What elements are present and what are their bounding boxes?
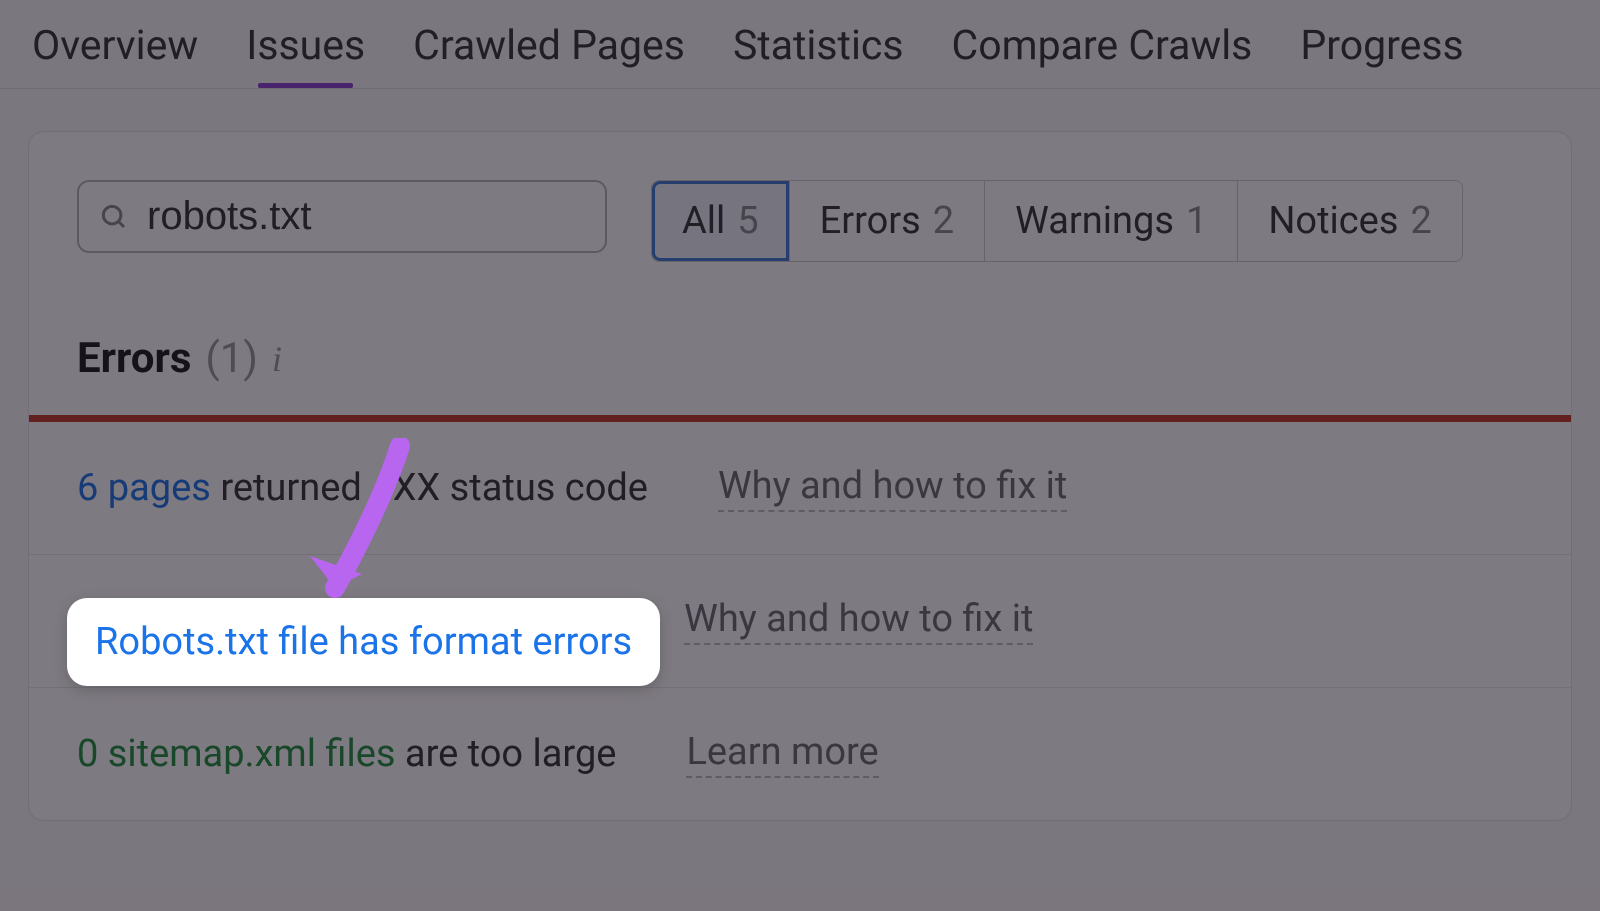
tab-issues[interactable]: Issues (246, 22, 365, 70)
errors-section-header: Errors (1) i (29, 334, 1571, 415)
tab-statistics[interactable]: Statistics (733, 22, 904, 70)
tab-overview[interactable]: Overview (32, 22, 198, 70)
filter-count: 2 (933, 199, 954, 243)
section-label: Errors (77, 334, 191, 383)
filter-label: Errors (820, 199, 921, 243)
panel-toolbar: All 5 Errors 2 Warnings 1 Notices 2 (29, 132, 1571, 334)
issue-title: 0 sitemap.xml files are too large (77, 732, 616, 776)
filter-count: 2 (1410, 199, 1431, 243)
error-divider (29, 415, 1571, 422)
search-icon (99, 202, 129, 232)
issue-help-link[interactable]: Why and how to fix it (684, 597, 1033, 645)
search-input-wrap[interactable] (77, 180, 607, 253)
tab-compare-crawls[interactable]: Compare Crawls (952, 22, 1253, 70)
highlight-callout[interactable]: Robots.txt file has format errors (67, 598, 660, 686)
search-input[interactable] (147, 194, 662, 239)
filter-count: 5 (737, 199, 758, 243)
filter-notices[interactable]: Notices 2 (1238, 181, 1461, 261)
issue-text: returned 4XX status code (211, 466, 648, 510)
filter-errors[interactable]: Errors 2 (790, 181, 986, 261)
tab-progress[interactable]: Progress (1300, 22, 1463, 70)
filter-group: All 5 Errors 2 Warnings 1 Notices 2 (651, 180, 1463, 262)
tab-bar: Overview Issues Crawled Pages Statistics… (0, 0, 1600, 89)
filter-label: Notices (1268, 199, 1398, 243)
section-count: (1) (205, 334, 258, 383)
filter-count: 1 (1186, 199, 1207, 243)
issue-link[interactable]: 6 pages (77, 466, 211, 510)
issue-link[interactable]: 0 sitemap.xml files (77, 732, 395, 776)
issues-panel: All 5 Errors 2 Warnings 1 Notices 2 Erro… (28, 131, 1572, 821)
filter-warnings[interactable]: Warnings 1 (985, 181, 1238, 261)
issue-row: 6 pages returned 4XX status code Why and… (29, 422, 1571, 555)
issue-help-link[interactable]: Why and how to fix it (718, 464, 1067, 512)
issue-title: 6 pages returned 4XX status code (77, 466, 648, 510)
filter-all[interactable]: All 5 (652, 181, 790, 261)
issue-help-link[interactable]: Learn more (686, 730, 878, 778)
filter-label: All (682, 199, 725, 243)
filter-label: Warnings (1015, 199, 1174, 243)
tab-crawled-pages[interactable]: Crawled Pages (413, 22, 685, 70)
issue-row: 0 sitemap.xml files are too large Learn … (29, 688, 1571, 820)
info-icon[interactable]: i (272, 338, 282, 380)
issue-text: are too large (395, 732, 616, 776)
